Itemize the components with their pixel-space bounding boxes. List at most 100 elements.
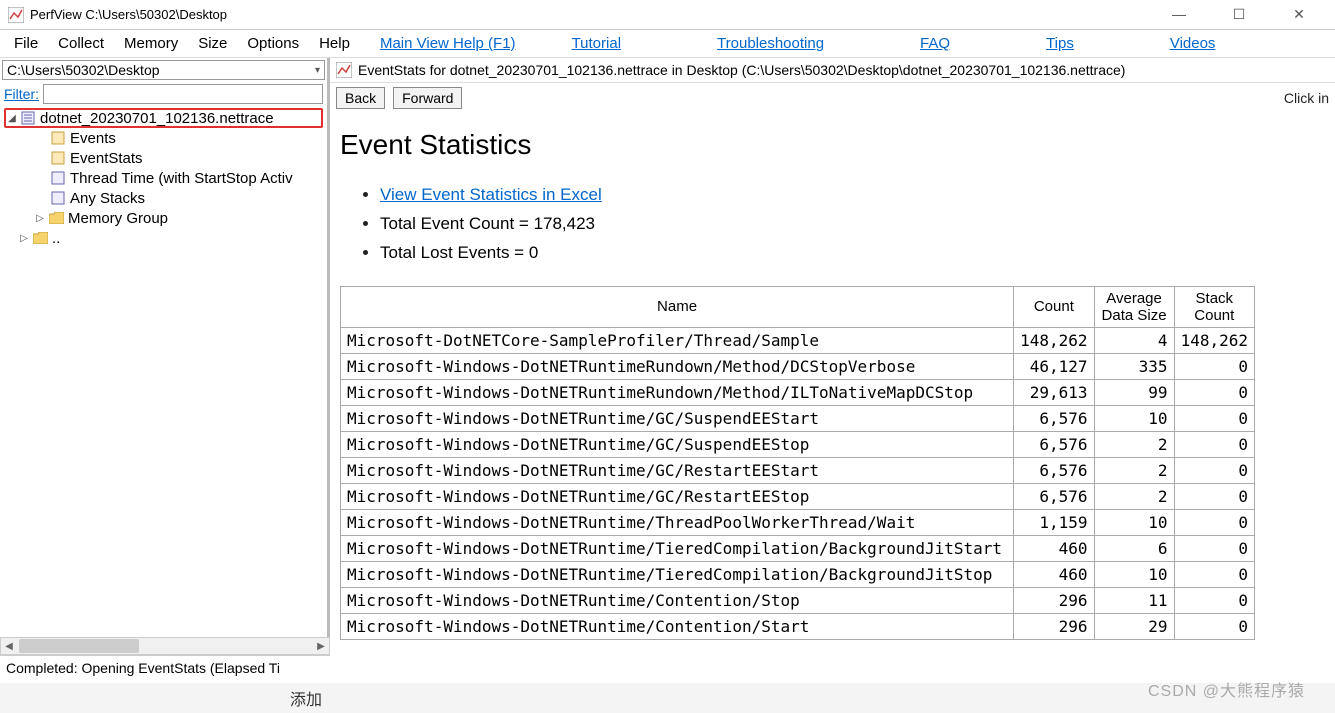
filter-label[interactable]: Filter:: [4, 86, 39, 102]
chevron-down-icon: ▾: [315, 65, 320, 76]
cell-name: Microsoft-Windows-DotNETRuntimeRundown/M…: [341, 353, 1014, 379]
cell-stack: 0: [1174, 613, 1254, 639]
link-view-excel[interactable]: View Event Statistics in Excel: [380, 185, 602, 204]
menu-collect[interactable]: Collect: [48, 33, 114, 54]
filter-input[interactable]: [43, 84, 323, 104]
cell-name: Microsoft-DotNETCore-SampleProfiler/Thre…: [341, 327, 1014, 353]
doc-icon: [51, 131, 67, 145]
cell-name: Microsoft-Windows-DotNETRuntime/TieredCo…: [341, 561, 1014, 587]
table-row[interactable]: Microsoft-Windows-DotNETRuntime/GC/Suspe…: [341, 405, 1255, 431]
cell-stack: 0: [1174, 587, 1254, 613]
tree-item-events[interactable]: Events: [4, 128, 323, 148]
tree-item-memorygroup[interactable]: ▷Memory Group: [4, 208, 323, 228]
right-pane: EventStats for dotnet_20230701_102136.ne…: [330, 58, 1335, 651]
cell-stack: 0: [1174, 405, 1254, 431]
table-row[interactable]: Microsoft-Windows-DotNETRuntimeRundown/M…: [341, 379, 1255, 405]
cell-avg: 10: [1094, 561, 1174, 587]
tree-item-up[interactable]: ▷..: [4, 228, 323, 248]
link-videos[interactable]: Videos: [1162, 33, 1224, 54]
col-stack: Stack Count: [1174, 286, 1254, 327]
cell-name: Microsoft-Windows-DotNETRuntime/Contenti…: [341, 613, 1014, 639]
doc-icon: [51, 151, 67, 165]
subtitle-bar: EventStats for dotnet_20230701_102136.ne…: [330, 58, 1335, 83]
cell-count: 460: [1014, 535, 1094, 561]
table-row[interactable]: Microsoft-Windows-DotNETRuntimeRundown/M…: [341, 353, 1255, 379]
bottom-cn-text: 添加: [290, 686, 322, 710]
path-text: C:\Users\50302\Desktop: [7, 62, 160, 78]
table-row[interactable]: Microsoft-Windows-DotNETRuntime/Contenti…: [341, 587, 1255, 613]
expand-icon[interactable]: ▷: [34, 213, 46, 224]
table-row[interactable]: Microsoft-Windows-DotNETRuntime/TieredCo…: [341, 561, 1255, 587]
cell-stack: 0: [1174, 457, 1254, 483]
forward-button[interactable]: Forward: [393, 87, 462, 109]
menu-options[interactable]: Options: [237, 33, 309, 54]
total-lost-events: Total Lost Events = 0: [380, 239, 1325, 268]
cell-count: 6,576: [1014, 457, 1094, 483]
cell-count: 6,576: [1014, 405, 1094, 431]
folder-icon: [49, 211, 65, 225]
cell-name: Microsoft-Windows-DotNETRuntime/GC/Resta…: [341, 457, 1014, 483]
cell-name: Microsoft-Windows-DotNETRuntime/TieredCo…: [341, 535, 1014, 561]
link-troubleshooting[interactable]: Troubleshooting: [709, 33, 832, 54]
tree-root[interactable]: ◢ dotnet_20230701_102136.nettrace: [4, 108, 323, 128]
menubar: File Collect Memory Size Options Help Ma…: [0, 30, 1335, 58]
cell-avg: 2: [1094, 457, 1174, 483]
cell-name: Microsoft-Windows-DotNETRuntime/GC/Suspe…: [341, 405, 1014, 431]
table-row[interactable]: Microsoft-Windows-DotNETRuntime/ThreadPo…: [341, 509, 1255, 535]
hint-text: Click in: [1284, 90, 1329, 106]
cell-stack: 0: [1174, 509, 1254, 535]
cell-stack: 0: [1174, 353, 1254, 379]
scroll-right-icon[interactable]: ▶: [313, 641, 329, 652]
col-avg: Average Data Size: [1094, 286, 1174, 327]
link-tutorial[interactable]: Tutorial: [564, 33, 629, 54]
table-row[interactable]: Microsoft-Windows-DotNETRuntime/GC/Suspe…: [341, 431, 1255, 457]
menu-memory[interactable]: Memory: [114, 33, 188, 54]
chart-icon: [336, 62, 352, 78]
scroll-thumb[interactable]: [19, 639, 139, 653]
file-tree: ◢ dotnet_20230701_102136.nettrace Events…: [0, 106, 327, 651]
back-button[interactable]: Back: [336, 87, 385, 109]
doc-icon: [51, 171, 67, 185]
tree-item-eventstats[interactable]: EventStats: [4, 148, 323, 168]
path-combo[interactable]: C:\Users\50302\Desktop ▾: [2, 60, 325, 80]
maximize-button[interactable]: ☐: [1219, 6, 1259, 23]
titlebar: PerfView C:\Users\50302\Desktop — ☐ ✕: [0, 0, 1335, 30]
cell-stack: 0: [1174, 431, 1254, 457]
menu-size[interactable]: Size: [188, 33, 237, 54]
minimize-button[interactable]: —: [1159, 6, 1199, 23]
cell-avg: 10: [1094, 405, 1174, 431]
table-row[interactable]: Microsoft-Windows-DotNETRuntime/Contenti…: [341, 613, 1255, 639]
folder-icon: [33, 231, 49, 245]
window-controls: — ☐ ✕: [1159, 6, 1319, 23]
table-row[interactable]: Microsoft-Windows-DotNETRuntime/TieredCo…: [341, 535, 1255, 561]
app-icon: [8, 7, 24, 23]
cell-avg: 6: [1094, 535, 1174, 561]
cell-name: Microsoft-Windows-DotNETRuntime/Contenti…: [341, 587, 1014, 613]
expand-icon[interactable]: ▷: [18, 233, 30, 244]
link-main-help[interactable]: Main View Help (F1): [372, 33, 524, 54]
doc-icon: [51, 191, 67, 205]
link-faq[interactable]: FAQ: [912, 33, 958, 54]
close-button[interactable]: ✕: [1279, 6, 1319, 23]
table-row[interactable]: Microsoft-Windows-DotNETRuntime/GC/Resta…: [341, 483, 1255, 509]
table-row[interactable]: Microsoft-DotNETCore-SampleProfiler/Thre…: [341, 327, 1255, 353]
tree-item-anystacks[interactable]: Any Stacks: [4, 188, 323, 208]
page-title: Event Statistics: [340, 129, 1325, 161]
cell-name: Microsoft-Windows-DotNETRuntimeRundown/M…: [341, 379, 1014, 405]
nav-row: Back Forward Click in: [330, 83, 1335, 113]
tree-item-threadtime[interactable]: Thread Time (with StartStop Activ: [4, 168, 323, 188]
menu-file[interactable]: File: [4, 33, 48, 54]
col-count: Count: [1014, 286, 1094, 327]
scroll-left-icon[interactable]: ◀: [1, 641, 17, 652]
table-row[interactable]: Microsoft-Windows-DotNETRuntime/GC/Resta…: [341, 457, 1255, 483]
cell-avg: 335: [1094, 353, 1174, 379]
menu-help[interactable]: Help: [309, 33, 360, 54]
cell-stack: 0: [1174, 561, 1254, 587]
cell-avg: 2: [1094, 483, 1174, 509]
horizontal-scrollbar[interactable]: ◀ ▶: [0, 637, 330, 655]
collapse-icon[interactable]: ◢: [6, 113, 18, 124]
cell-avg: 29: [1094, 613, 1174, 639]
cell-stack: 0: [1174, 379, 1254, 405]
link-tips[interactable]: Tips: [1038, 33, 1082, 54]
cell-count: 148,262: [1014, 327, 1094, 353]
